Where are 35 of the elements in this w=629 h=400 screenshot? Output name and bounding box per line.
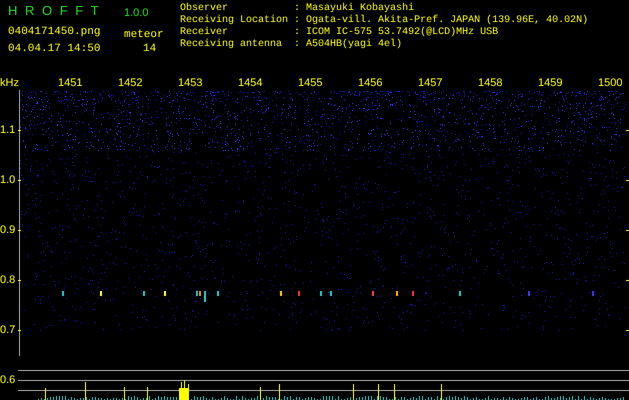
date-time: 04.04.17 14:50 <box>8 43 102 55</box>
level-label: 0.6 <box>0 373 16 388</box>
file-name: 0404171450.png <box>8 26 102 38</box>
separator: : <box>294 39 300 51</box>
info-value: ICOM IC-575 53.7492(@LCD)MHz USB <box>306 27 500 38</box>
frequency-label: 1452 <box>118 77 144 90</box>
frequency-label: 1459 <box>538 77 564 90</box>
level-label: 1.1 <box>0 123 16 138</box>
separator: : <box>294 15 300 27</box>
info-value: Ogata-vill. Akita-Pref. JAPAN (139.96E, 40.02N) <box>306 15 588 26</box>
frequency-label: 1458 <box>478 77 504 90</box>
version-label: 1.0.0 <box>124 6 150 18</box>
level-label: 0.7 <box>0 323 16 338</box>
meteor-count: 14 <box>142 43 158 55</box>
unit-label: kHz <box>0 77 18 90</box>
info-label: Receiver <box>180 27 230 38</box>
info-value: Masayuki Kobayashi <box>306 3 416 14</box>
separator: : <box>294 27 300 39</box>
count-label: meteor <box>124 29 165 41</box>
info-label: Receiving Location <box>180 15 288 26</box>
frequency-label: 1456 <box>358 77 384 90</box>
frequency-label: 1455 <box>298 77 324 90</box>
app-title: H R O F F T <box>8 3 100 20</box>
info-value: A504HB(yagi 4el) <box>306 39 404 51</box>
level-label: 0.8 <box>0 273 16 288</box>
frequency-label: 1457 <box>418 77 444 90</box>
info-label: Observer <box>180 3 230 14</box>
frequency-label: 1451 <box>58 77 84 90</box>
separator: : <box>294 3 300 15</box>
frequency-label: 1500 <box>598 77 622 90</box>
frequency-label: 1453 <box>178 77 204 90</box>
level-label: 0.9 <box>0 223 16 238</box>
level-label: 1.0 <box>0 173 16 188</box>
info-label: Receiving antenna <box>180 39 284 51</box>
frequency-label: 1454 <box>238 77 264 90</box>
